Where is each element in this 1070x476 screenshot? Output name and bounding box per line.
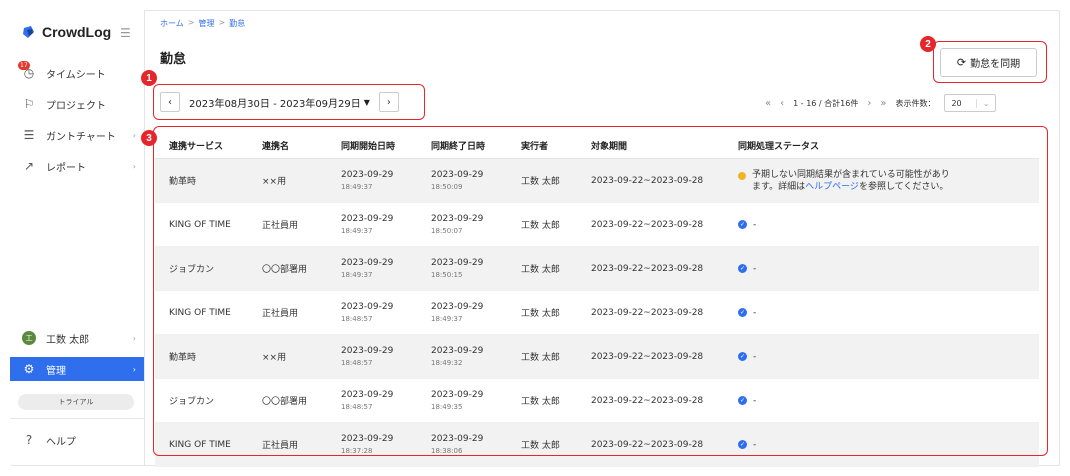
avatar: 工: [22, 331, 36, 345]
sidebar-item-label: プロジェクト: [46, 100, 106, 112]
sidebar-item-label: レポート: [46, 162, 86, 174]
callout-number-3: 3: [141, 130, 157, 146]
sidebar-item-admin[interactable]: ⚙ 管理 ›: [10, 357, 144, 381]
sidebar-item-help[interactable]: ? ヘルプ: [10, 428, 144, 452]
page-range: 1 - 16 / 合計16件: [793, 98, 859, 108]
chevron-right-icon: ›: [132, 364, 136, 374]
breadcrumb-admin[interactable]: 管理: [198, 18, 214, 29]
sidebar-item-label: 管理: [46, 365, 66, 377]
first-page-icon[interactable]: «: [765, 98, 771, 109]
sidebar: CrowdLog ☰ ◷ 17 タイムシート ⚐ プロジェクト ☰ ガントチャート…: [10, 10, 145, 465]
crowdlog-logo-icon: [22, 25, 36, 39]
breadcrumb-separator: >: [218, 18, 226, 27]
callout-number-1: 1: [141, 70, 157, 86]
sidebar-item-report[interactable]: ↗ レポート ›: [10, 154, 144, 178]
breadcrumb: ホーム > 管理 > 勤怠: [160, 18, 245, 29]
sidebar-item-label: ヘルプ: [46, 436, 76, 448]
sidebar-item-gantt[interactable]: ☰ ガントチャート ›: [10, 123, 144, 147]
sidebar-item-user[interactable]: 工 工数 太郎 ›: [10, 326, 144, 350]
chart-line-icon: ↗: [23, 159, 35, 173]
gear-icon: ⚙: [23, 362, 35, 376]
next-page-icon[interactable]: ›: [867, 98, 871, 109]
per-page-label: 表示件数：: [895, 98, 936, 108]
sidebar-item-timesheet[interactable]: ◷ 17 タイムシート: [10, 61, 144, 85]
callout-box-3: [153, 126, 1048, 456]
per-page-value: 20: [951, 98, 962, 108]
chevron-right-icon: ›: [132, 130, 136, 140]
breadcrumb-home[interactable]: ホーム: [160, 18, 184, 29]
sidebar-item-label: ガントチャート: [46, 131, 116, 143]
chevron-right-icon: ›: [132, 161, 136, 171]
logo-text: CrowdLog: [42, 24, 112, 40]
flag-icon: ⚐: [23, 97, 35, 111]
page-title: 勤怠: [160, 52, 187, 67]
list-icon: ☰: [23, 128, 35, 142]
callout-box-1: [153, 84, 425, 120]
chevron-down-icon: ⌄: [975, 98, 989, 108]
prev-page-icon[interactable]: ‹: [780, 98, 784, 109]
avatar-wrap: 工: [22, 331, 36, 345]
last-page-icon[interactable]: »: [880, 98, 886, 109]
per-page-select[interactable]: 20 ⌄: [944, 94, 997, 112]
breadcrumb-separator: >: [187, 18, 195, 27]
divider: [10, 418, 144, 419]
menu-toggle-icon[interactable]: ☰: [120, 26, 131, 40]
notification-badge: 17: [18, 61, 30, 70]
callout-box-2: [933, 41, 1047, 83]
clock-icon: ◷ 17: [18, 61, 35, 80]
breadcrumb-current[interactable]: 勤怠: [229, 18, 245, 29]
sidebar-item-project[interactable]: ⚐ プロジェクト: [10, 92, 144, 116]
help-circle-icon: ?: [25, 433, 33, 447]
user-name: 工数 太郎: [46, 334, 90, 346]
sidebar-item-label: タイムシート: [46, 69, 106, 81]
chevron-right-icon: ›: [132, 333, 136, 343]
callout-number-2: 2: [920, 36, 936, 52]
pagination: « ‹ 1 - 16 / 合計16件 › » 表示件数： 20 ⌄: [765, 94, 997, 112]
logo[interactable]: CrowdLog: [22, 24, 111, 40]
trial-badge[interactable]: トライアル: [18, 394, 134, 410]
